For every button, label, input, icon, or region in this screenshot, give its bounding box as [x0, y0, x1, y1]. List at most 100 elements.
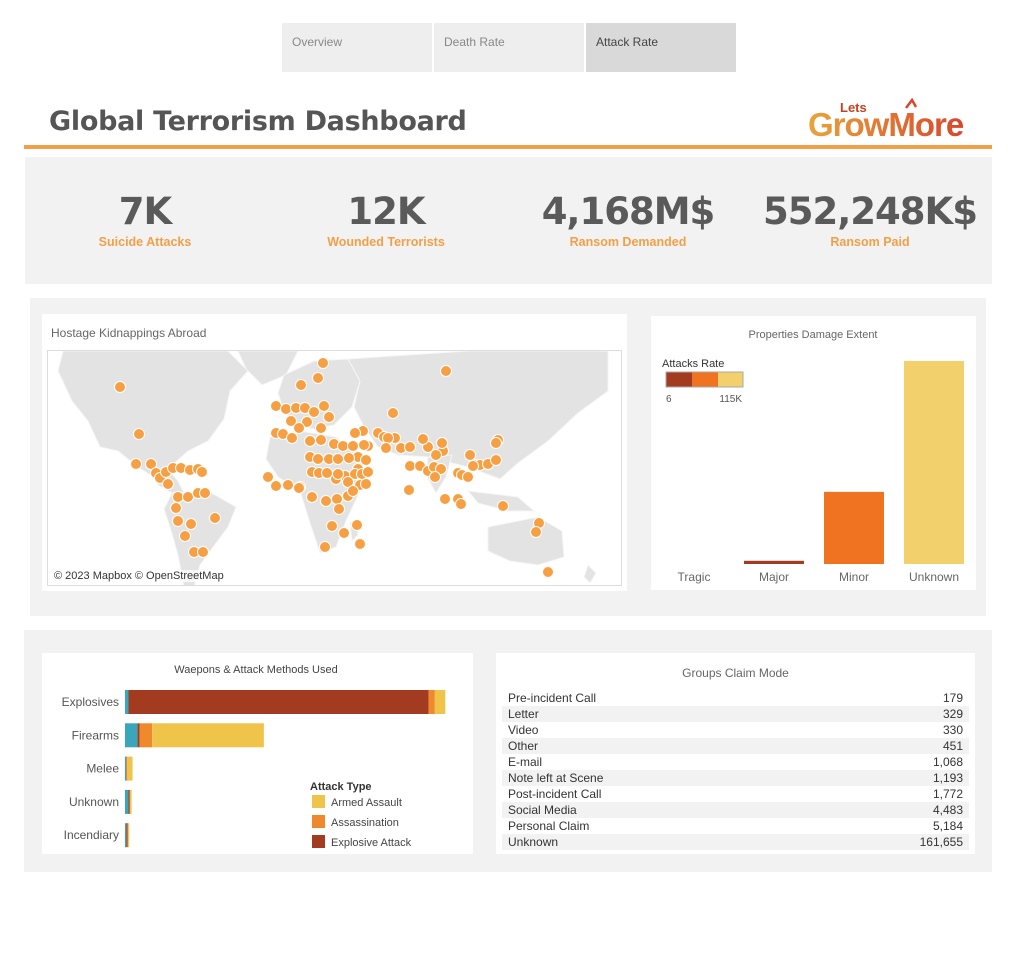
weapon-bar-segment[interactable]	[126, 756, 133, 781]
kidnapping-marker[interactable]	[293, 482, 305, 494]
weapon-bar-segment[interactable]	[428, 690, 435, 714]
kidnapping-marker[interactable]	[270, 400, 282, 412]
tab-overview[interactable]: Overview	[282, 23, 432, 72]
kidnapping-marker[interactable]	[286, 432, 298, 444]
kidnapping-marker[interactable]	[347, 440, 359, 452]
kidnapping-marker[interactable]	[197, 546, 209, 558]
kidnapping-marker[interactable]	[404, 460, 416, 472]
kidnapping-marker[interactable]	[380, 442, 392, 454]
kidnapping-marker[interactable]	[404, 441, 416, 453]
kidnapping-marker[interactable]	[455, 498, 467, 510]
kidnapping-marker[interactable]	[114, 381, 126, 393]
weapon-bar-segment[interactable]	[137, 723, 140, 748]
kidnapping-marker[interactable]	[182, 491, 194, 503]
kidnapping-marker[interactable]	[170, 502, 182, 514]
kidnapping-marker[interactable]	[172, 491, 184, 503]
weapon-bar-segment[interactable]	[125, 723, 138, 748]
kidnapping-marker[interactable]	[337, 440, 349, 452]
kidnapping-marker[interactable]	[464, 449, 476, 461]
kidnapping-marker[interactable]	[172, 515, 184, 527]
kidnapping-marker[interactable]	[530, 526, 542, 538]
claim-count: 329	[942, 707, 963, 721]
weapon-bar-segment[interactable]	[125, 756, 127, 781]
damage-bar-unknown[interactable]	[904, 361, 964, 564]
weapon-bar-segment[interactable]	[125, 690, 129, 714]
kidnapping-marker[interactable]	[133, 428, 145, 440]
kidnapping-marker[interactable]	[308, 406, 320, 418]
weapon-bar-segment[interactable]	[139, 723, 153, 748]
kidnapping-marker[interactable]	[295, 379, 307, 391]
kidnapping-marker[interactable]	[338, 527, 350, 539]
kidnapping-marker[interactable]	[162, 478, 174, 490]
kidnapping-marker[interactable]	[349, 427, 361, 439]
weapon-bar-segment[interactable]	[125, 789, 129, 814]
weapon-bar-segment[interactable]	[128, 823, 130, 848]
tab-death-rate[interactable]: Death Rate	[434, 23, 584, 72]
weapon-bar-segment[interactable]	[152, 723, 264, 748]
kidnapping-marker[interactable]	[209, 512, 221, 524]
kidnapping-marker[interactable]	[312, 453, 324, 465]
kidnapping-map[interactable]: © 2023 Mapbox © OpenStreetMap	[47, 350, 622, 586]
kidnapping-marker[interactable]	[382, 432, 394, 444]
kidnapping-marker[interactable]	[282, 479, 294, 491]
kidnapping-marker[interactable]	[354, 538, 366, 550]
kidnapping-marker[interactable]	[440, 365, 452, 377]
kidnapping-marker[interactable]	[326, 520, 338, 532]
kidnapping-marker[interactable]	[343, 452, 355, 464]
kidnapping-marker[interactable]	[358, 439, 370, 451]
kidnapping-marker[interactable]	[280, 403, 292, 415]
weapon-bar-segment[interactable]	[129, 789, 131, 814]
kidnapping-marker[interactable]	[306, 491, 318, 503]
damage-bar-major[interactable]	[744, 560, 804, 564]
kidnapping-marker[interactable]	[196, 466, 208, 478]
kidnapping-marker[interactable]	[462, 471, 474, 483]
kidnapping-marker[interactable]	[319, 541, 331, 553]
kidnapping-marker[interactable]	[270, 480, 282, 492]
kidnapping-marker[interactable]	[490, 454, 502, 466]
kidnapping-marker[interactable]	[262, 471, 274, 483]
kidnapping-marker[interactable]	[417, 433, 429, 445]
kidnapping-marker[interactable]	[490, 437, 502, 449]
kidnapping-marker[interactable]	[185, 518, 197, 530]
kidnapping-marker[interactable]	[436, 437, 448, 449]
weapon-bar-segment[interactable]	[128, 690, 429, 714]
tab-attack-rate[interactable]: Attack Rate	[586, 23, 736, 72]
kidnapping-marker[interactable]	[179, 530, 191, 542]
kidnapping-marker[interactable]	[317, 357, 329, 369]
kidnapping-marker[interactable]	[315, 422, 327, 434]
kidnapping-marker[interactable]	[130, 458, 142, 470]
kidnapping-marker[interactable]	[360, 454, 372, 466]
kidnapping-marker[interactable]	[362, 466, 374, 478]
weapon-bar-segment[interactable]	[127, 823, 129, 848]
kidnapping-marker[interactable]	[320, 495, 332, 507]
kidnapping-marker[interactable]	[429, 471, 441, 483]
kidnapping-marker[interactable]	[318, 400, 330, 412]
kidnapping-marker[interactable]	[332, 468, 344, 480]
kidnapping-marker[interactable]	[497, 500, 509, 512]
weapon-bar-segment[interactable]	[126, 823, 128, 848]
kidnapping-marker[interactable]	[333, 503, 345, 515]
weapon-bar-segment[interactable]	[434, 690, 446, 714]
kidnapping-marker[interactable]	[351, 519, 363, 531]
kidnapping-marker[interactable]	[439, 493, 451, 505]
kidnapping-marker[interactable]	[542, 566, 554, 578]
weapon-bar-segment[interactable]	[128, 789, 130, 814]
kidnapping-marker[interactable]	[323, 411, 335, 423]
kidnapping-marker[interactable]	[312, 372, 324, 384]
kidnapping-marker[interactable]	[332, 453, 344, 465]
kidnapping-marker[interactable]	[293, 422, 305, 434]
kidnapping-marker[interactable]	[403, 484, 415, 496]
kidnapping-marker[interactable]	[321, 467, 333, 479]
kidnapping-marker[interactable]	[347, 485, 359, 497]
kidnapping-marker[interactable]	[331, 493, 343, 505]
damage-bar-minor[interactable]	[824, 491, 884, 564]
kidnapping-marker[interactable]	[467, 460, 479, 472]
kidnapping-marker[interactable]	[315, 434, 327, 446]
weapon-bar-segment[interactable]	[125, 823, 127, 848]
weapon-bar-segment[interactable]	[126, 756, 127, 781]
kidnapping-marker[interactable]	[387, 407, 399, 419]
kidnapping-marker[interactable]	[199, 487, 211, 499]
kidnapping-marker[interactable]	[304, 435, 316, 447]
weapon-bar-segment[interactable]	[130, 789, 132, 814]
kidnapping-marker[interactable]	[360, 478, 372, 490]
